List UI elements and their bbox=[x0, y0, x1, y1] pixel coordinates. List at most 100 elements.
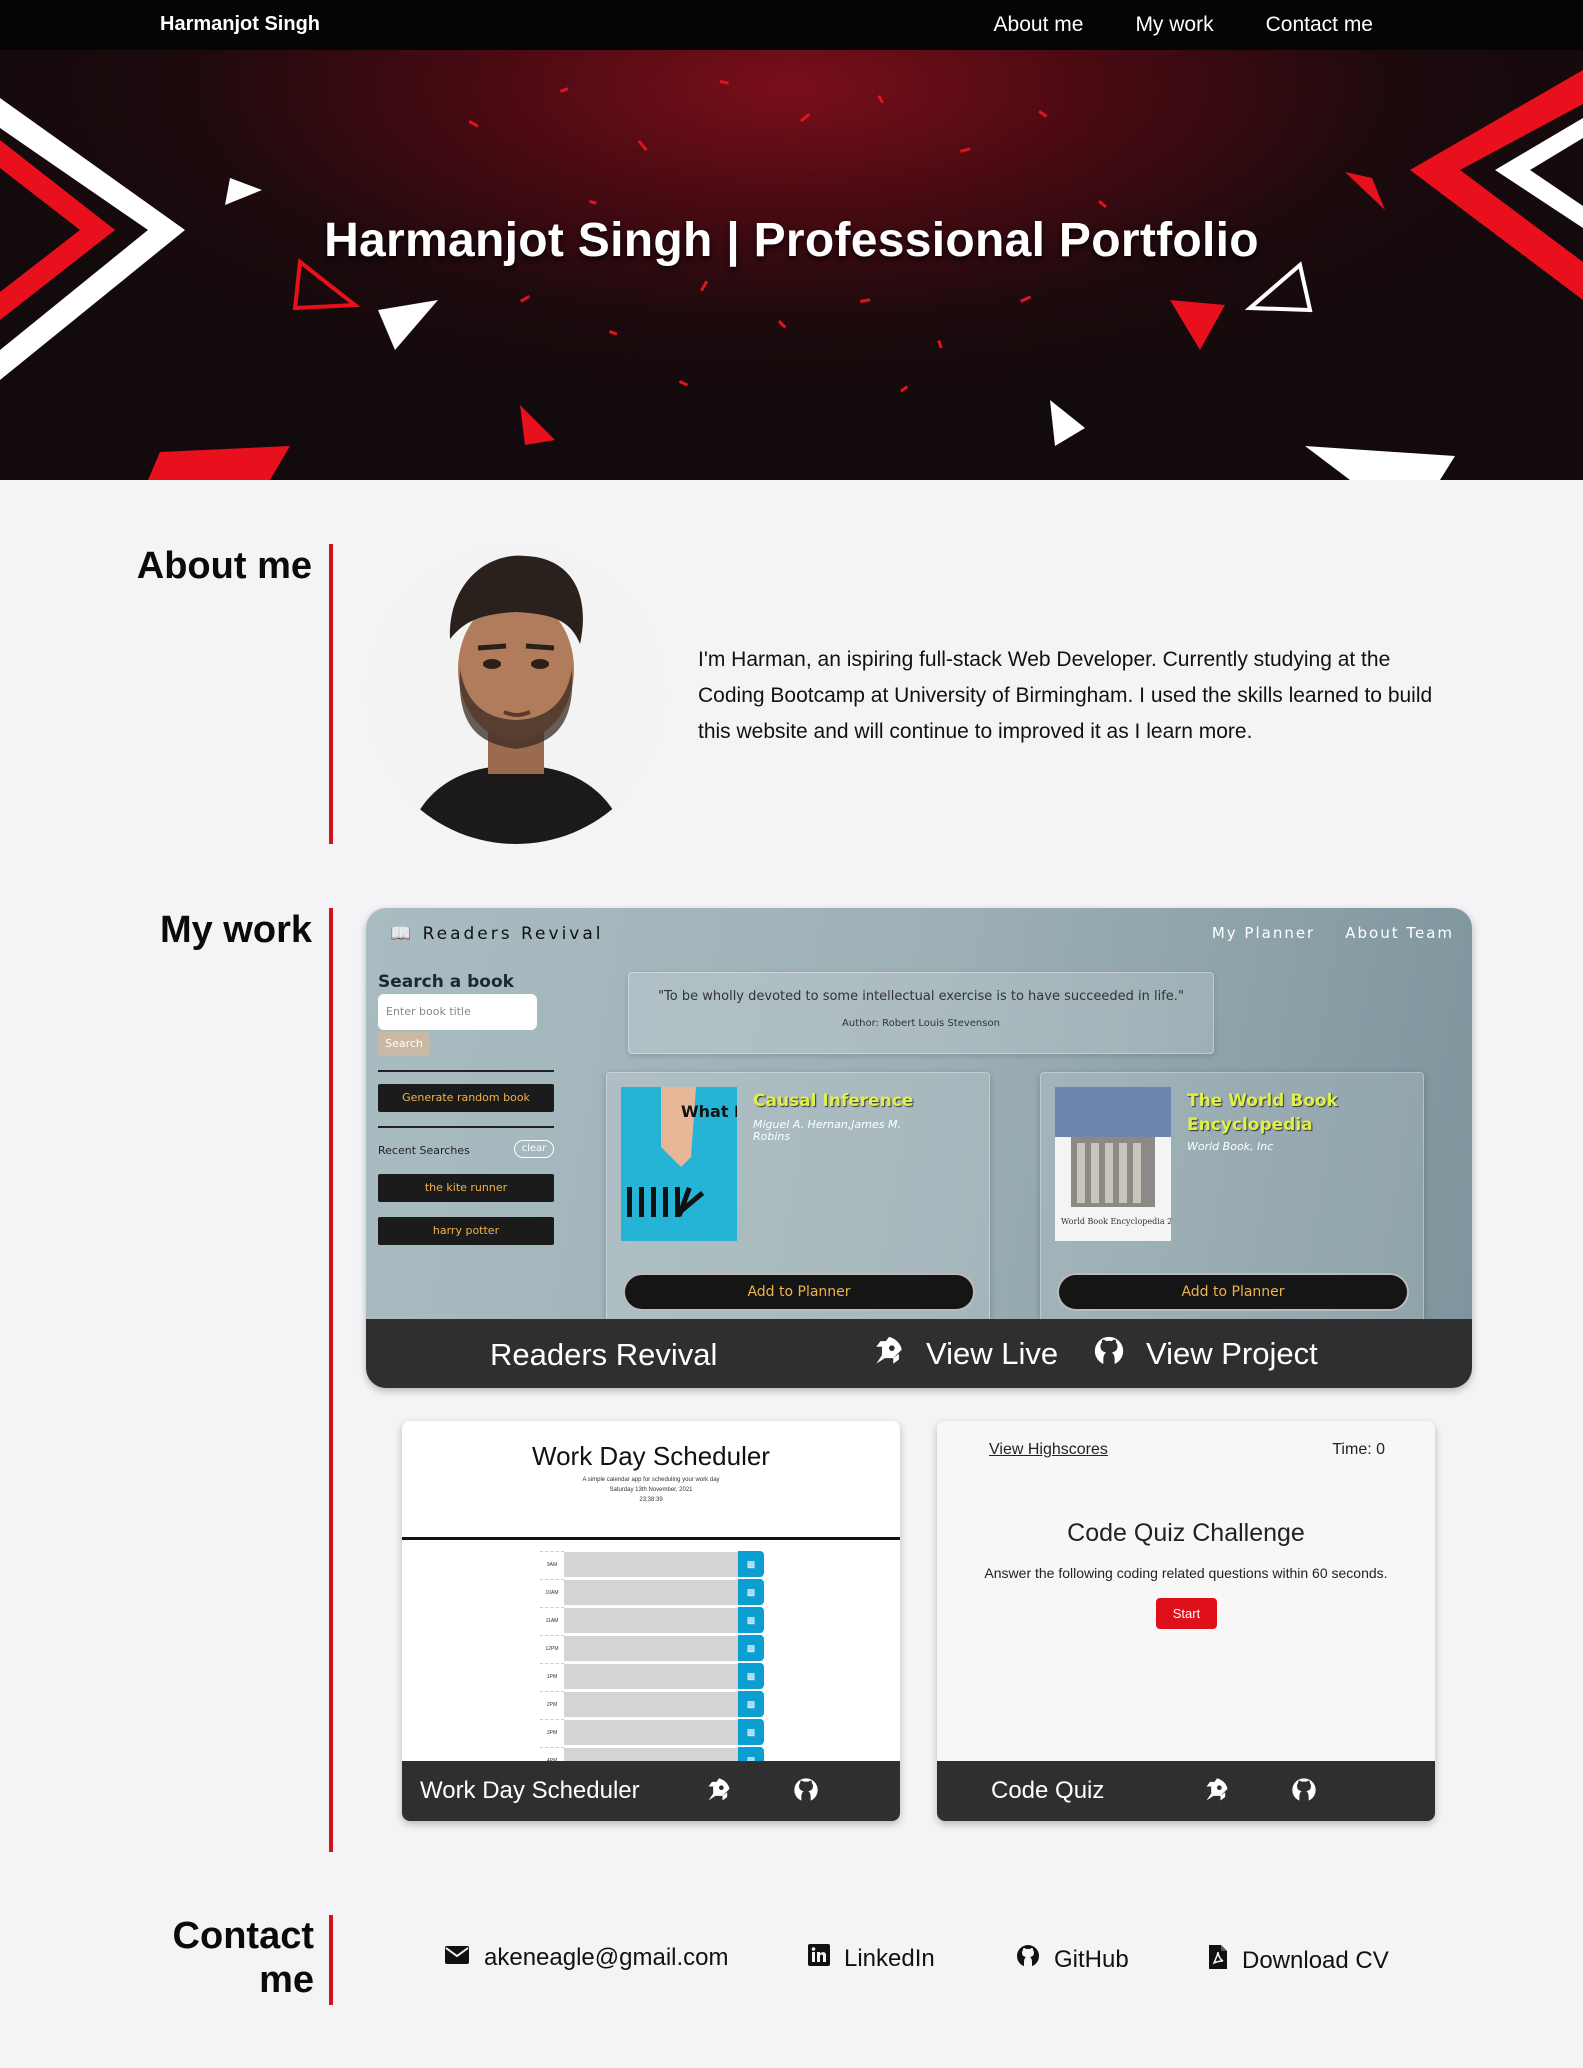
project-bar: Work Day Scheduler bbox=[402, 1761, 900, 1821]
scheduler-subtitle: A simple calendar app for scheduling you… bbox=[582, 1477, 720, 1483]
contact-heading: Contact me bbox=[100, 1915, 314, 2002]
hour-label: 11AM bbox=[540, 1607, 564, 1633]
hero-banner: Harmanjot Singh | Professional Portfolio bbox=[0, 0, 1583, 480]
rr-divider bbox=[378, 1126, 554, 1128]
rr-quote-text: "To be wholly devoted to some intellectu… bbox=[658, 989, 1184, 1004]
quiz-timer: Time: 0 bbox=[1332, 1441, 1385, 1458]
about-heading: About me bbox=[136, 545, 312, 587]
about-divider bbox=[329, 544, 333, 844]
contact-linkedin: LinkedIn bbox=[844, 1944, 935, 1972]
save-icon: ▩ bbox=[738, 1663, 764, 1689]
book-cover-text: What If bbox=[681, 1102, 737, 1121]
contact-linkedin-link[interactable]: LinkedIn bbox=[808, 1944, 935, 1973]
quiz-highscores-link: View Highscores bbox=[989, 1441, 1108, 1458]
github-icon bbox=[1016, 1944, 1040, 1975]
hour-label: 1PM bbox=[540, 1663, 564, 1689]
quiz-title: Code Quiz Challenge bbox=[1067, 1519, 1305, 1547]
time-block: 9AM ▩ bbox=[540, 1551, 764, 1577]
rr-recent-item: the kite runner bbox=[378, 1174, 554, 1202]
time-block: 2PM ▩ bbox=[540, 1691, 764, 1717]
quiz-description: Answer the following coding related ques… bbox=[984, 1565, 1388, 1581]
contact-email: akeneagle@gmail.com bbox=[484, 1944, 729, 1971]
hero-title: Harmanjot Singh | Professional Portfolio bbox=[324, 214, 1259, 267]
view-live-link[interactable]: View Live bbox=[872, 1334, 1058, 1373]
time-block: 3PM ▩ bbox=[540, 1719, 764, 1745]
nav-link-work[interactable]: My work bbox=[1135, 13, 1213, 37]
time-block: 1PM ▩ bbox=[540, 1663, 764, 1689]
rr-recent-label: Recent Searches bbox=[378, 1144, 470, 1157]
contact-github: GitHub bbox=[1054, 1945, 1129, 1973]
hour-label: 3PM bbox=[540, 1719, 564, 1745]
download-cv: Download CV bbox=[1242, 1946, 1389, 1974]
rr-recent-item: harry potter bbox=[378, 1217, 554, 1245]
rr-logo-text: Readers Revival bbox=[422, 924, 604, 944]
rocket-icon bbox=[705, 1778, 733, 1808]
nav-link-contact[interactable]: Contact me bbox=[1266, 13, 1373, 37]
project-name: Work Day Scheduler bbox=[420, 1777, 640, 1804]
rr-quote-author: Author: Robert Louis Stevenson bbox=[842, 1018, 1000, 1029]
project-bar: Readers Revival View Live View Project bbox=[366, 1319, 1472, 1388]
top-navbar: Harmanjot Singh About me My work Contact… bbox=[0, 0, 1583, 50]
scheduler-time: 23:38:39 bbox=[639, 1497, 663, 1503]
work-divider bbox=[329, 908, 333, 1852]
save-icon: ▩ bbox=[738, 1579, 764, 1605]
book-cover: What If bbox=[621, 1087, 748, 1241]
nav-link-about[interactable]: About me bbox=[994, 13, 1084, 37]
rr-random-button: Generate random book bbox=[378, 1084, 554, 1112]
linkedin-icon bbox=[808, 1944, 830, 1973]
download-cv-link[interactable]: Download CV bbox=[1208, 1944, 1389, 1977]
book-icon: 📖 bbox=[390, 924, 415, 944]
save-icon: ▩ bbox=[738, 1551, 764, 1577]
rr-search-button: Search bbox=[378, 1032, 430, 1056]
rr-search-input: Enter book title bbox=[378, 994, 537, 1030]
view-project-link[interactable] bbox=[1290, 1776, 1318, 1809]
rr-nav: My Planner About Team bbox=[1212, 924, 1454, 942]
scheduler-screenshot[interactable]: Work Day Scheduler A simple calendar app… bbox=[402, 1421, 900, 1773]
contact-heading-line: Contact bbox=[172, 1915, 314, 1957]
view-project-link[interactable]: View Project bbox=[1092, 1334, 1318, 1373]
github-icon bbox=[792, 1778, 820, 1808]
envelope-icon bbox=[444, 1944, 470, 1972]
rr-divider bbox=[378, 1070, 554, 1072]
project-card-code-quiz: View Highscores Time: 0 Code Quiz Challe… bbox=[937, 1421, 1435, 1821]
project-bar: Code Quiz bbox=[937, 1761, 1435, 1821]
project-card-scheduler: Work Day Scheduler A simple calendar app… bbox=[402, 1421, 900, 1821]
rr-book-card: What If Causal Inference Miguel A. Herna… bbox=[606, 1072, 990, 1322]
project-card-readers-revival: 📖 Readers Revival My Planner About Team … bbox=[366, 908, 1472, 1388]
contact-heading-line: me bbox=[259, 1958, 314, 2001]
rocket-icon bbox=[872, 1336, 906, 1372]
work-heading: My work bbox=[159, 909, 312, 951]
contact-divider bbox=[329, 1915, 333, 2005]
brand-name[interactable]: Harmanjot Singh bbox=[160, 13, 320, 36]
contact-github-link[interactable]: GitHub bbox=[1016, 1944, 1129, 1975]
rr-book-title: Causal Inference bbox=[753, 1091, 914, 1111]
scheduler-divider bbox=[402, 1537, 900, 1540]
rr-add-planner-button: Add to Planner bbox=[1057, 1273, 1409, 1311]
rr-book-authors: World Book, Inc bbox=[1187, 1140, 1274, 1153]
view-live-link[interactable] bbox=[705, 1776, 733, 1809]
view-live-link[interactable] bbox=[1203, 1776, 1231, 1809]
quiz-start-button: Start bbox=[1156, 1598, 1217, 1629]
rr-book-title: The World Book Encyclopedia bbox=[1187, 1091, 1338, 1135]
profile-avatar bbox=[366, 544, 666, 844]
view-project-label: View Project bbox=[1146, 1336, 1318, 1371]
contact-email-link[interactable]: akeneagle@gmail.com bbox=[444, 1944, 729, 1972]
pdf-file-icon bbox=[1208, 1944, 1228, 1977]
task-field bbox=[564, 1635, 738, 1661]
view-project-link[interactable] bbox=[792, 1776, 820, 1809]
rr-clear-button: clear bbox=[514, 1140, 554, 1158]
task-field bbox=[564, 1579, 738, 1605]
github-icon bbox=[1092, 1336, 1126, 1372]
project-name: Code Quiz bbox=[991, 1777, 1105, 1804]
rr-logo: 📖 Readers Revival bbox=[390, 924, 604, 944]
view-live-label: View Live bbox=[926, 1336, 1059, 1371]
rr-nav-about: About Team bbox=[1345, 924, 1454, 942]
readers-revival-screenshot[interactable]: 📖 Readers Revival My Planner About Team … bbox=[366, 908, 1472, 1322]
save-icon: ▩ bbox=[738, 1607, 764, 1633]
github-icon bbox=[1290, 1778, 1318, 1808]
book-cover-text: World Book Encyclopedia 2020 bbox=[1061, 1217, 1171, 1226]
hour-label: 10AM bbox=[540, 1579, 564, 1605]
quiz-screenshot[interactable]: View Highscores Time: 0 Code Quiz Challe… bbox=[937, 1421, 1435, 1761]
project-name: Readers Revival bbox=[490, 1337, 718, 1372]
rr-search-label: Search a book bbox=[378, 972, 514, 992]
